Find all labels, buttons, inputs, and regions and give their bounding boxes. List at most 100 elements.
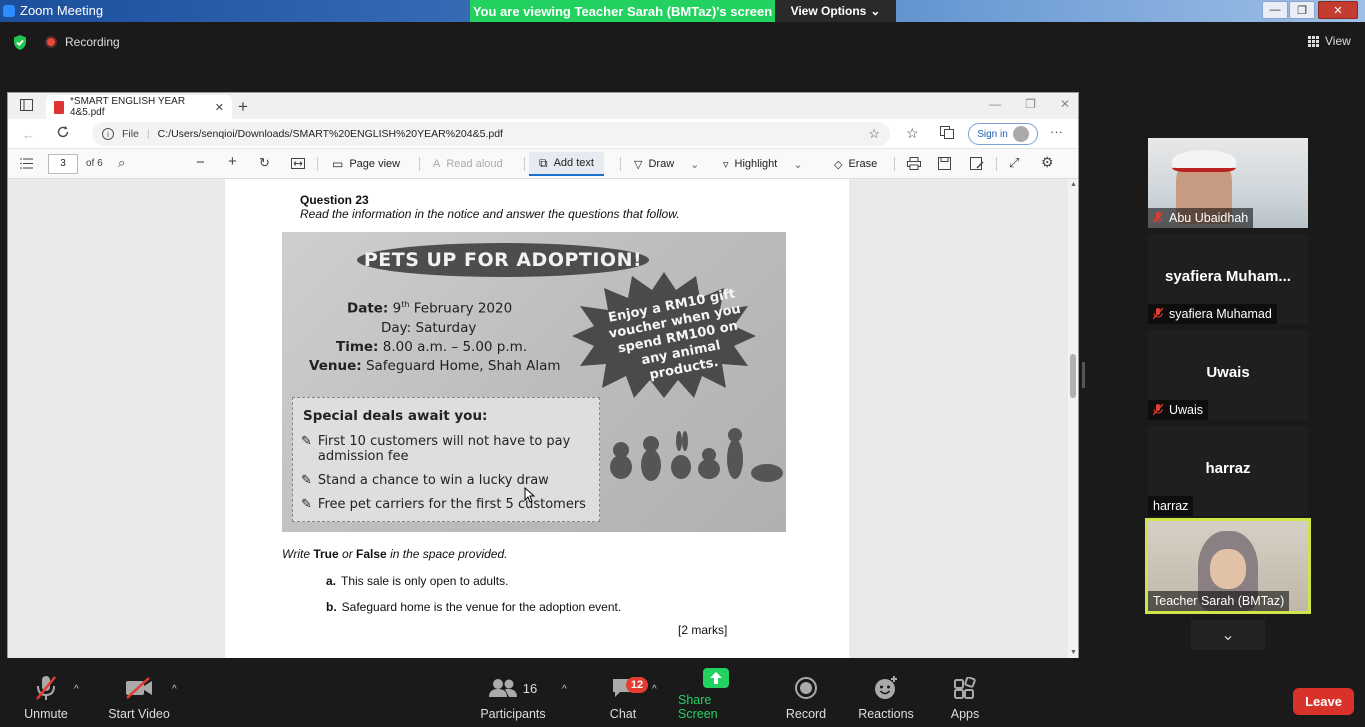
refresh-icon[interactable] xyxy=(56,125,70,139)
close-window-button[interactable]: ✕ xyxy=(1318,1,1358,19)
settings-gear-icon[interactable]: ⚙ xyxy=(1041,154,1054,171)
video-options-caret-icon[interactable]: ^ xyxy=(172,684,177,695)
window-title: Zoom Meeting xyxy=(20,3,104,18)
sign-in-button[interactable]: Sign in xyxy=(968,123,1038,145)
maximize-icon: ❐ xyxy=(1297,4,1307,17)
save-icon[interactable] xyxy=(938,157,951,170)
highlight-button[interactable]: ▿ Highlight ⌄ xyxy=(723,155,803,173)
page-view-label: Page view xyxy=(349,158,401,170)
more-participants-button[interactable]: ⌄ xyxy=(1191,620,1265,650)
fit-page-icon[interactable] xyxy=(291,158,305,169)
draw-button[interactable]: ▽ Draw ⌄ xyxy=(634,155,699,173)
deal-text: First 10 customers will not have to pay … xyxy=(317,434,571,464)
security-shield-icon[interactable] xyxy=(12,34,28,51)
leave-meeting-button[interactable]: Leave xyxy=(1293,688,1354,715)
rotate-icon[interactable]: ↻ xyxy=(259,155,270,171)
highlight-label: Highlight xyxy=(734,158,778,170)
question-item: a. This sale is only open to adults. xyxy=(326,574,508,588)
page-view-button[interactable]: ▭ Page view xyxy=(332,155,400,173)
participant-tile[interactable]: Abu Ubaidhah xyxy=(1148,138,1308,228)
question-text: This sale is only open to adults. xyxy=(341,574,509,588)
unmute-button[interactable]: Unmute xyxy=(18,668,74,727)
tab-close-icon[interactable]: ✕ xyxy=(215,101,224,114)
reactions-smiley-icon xyxy=(874,674,898,702)
draw-chevron-icon[interactable]: ⌄ xyxy=(690,158,699,171)
print-icon[interactable] xyxy=(907,157,921,170)
read-aloud-button[interactable]: A Read aloud xyxy=(433,155,503,173)
deal-item: ✎ Free pet carriers for the first 5 custo… xyxy=(301,497,586,512)
favorites-icon[interactable]: ☆ xyxy=(906,125,919,142)
muted-mic-icon xyxy=(1153,212,1163,224)
browser-tab[interactable]: *SMART ENGLISH YEAR 4&5.pdf ✕ xyxy=(46,95,232,119)
tf-post: in the space provided. xyxy=(390,547,508,561)
panel-resize-handle[interactable] xyxy=(1082,362,1085,388)
pdf-scrollbar[interactable]: ▲ ▼ xyxy=(1068,179,1078,658)
record-icon xyxy=(795,674,817,702)
toolbar-divider xyxy=(317,157,318,171)
apps-button[interactable]: Apps xyxy=(945,668,985,727)
collections-icon[interactable] xyxy=(940,126,954,139)
scroll-down-icon[interactable]: ▼ xyxy=(1070,649,1077,656)
contents-icon[interactable] xyxy=(20,158,33,169)
search-icon[interactable]: ⌕ xyxy=(118,155,125,171)
toolbar-divider xyxy=(620,157,621,171)
view-button[interactable]: View xyxy=(1308,34,1351,48)
chat-label: Chat xyxy=(609,707,637,721)
back-icon[interactable]: ← xyxy=(22,127,35,142)
add-text-button[interactable]: ⧉ Add text xyxy=(529,152,604,176)
scrollbar-thumb[interactable] xyxy=(1070,354,1076,398)
special-deals-box: Special deals await you: ✎ First 10 custo… xyxy=(292,397,600,522)
new-tab-icon[interactable]: + xyxy=(238,97,248,117)
zoom-out-icon[interactable]: − xyxy=(196,154,205,171)
zoom-in-icon[interactable]: + xyxy=(228,153,237,170)
save-as-icon[interactable] xyxy=(970,157,984,170)
page-number-input[interactable]: 3 xyxy=(48,154,78,174)
highlight-chevron-icon[interactable]: ⌄ xyxy=(793,158,802,171)
start-video-button[interactable]: Start Video xyxy=(105,668,173,727)
active-speaker-tile[interactable]: Teacher Sarah (BMTaz) xyxy=(1145,518,1311,614)
edge-close-icon[interactable]: ✕ xyxy=(1060,97,1070,111)
page-total: of 6 xyxy=(86,158,103,169)
reactions-button[interactable]: Reactions xyxy=(857,668,915,727)
participant-tile[interactable]: harraz harraz xyxy=(1148,426,1308,516)
address-bar[interactable]: i File | C:/Users/senqioi/Downloads/SMAR… xyxy=(92,122,890,146)
erase-button[interactable]: ◇ Erase xyxy=(834,155,877,173)
poster-date: Date: 9th February 2020 xyxy=(347,300,512,317)
fullscreen-icon[interactable]: ⤢ xyxy=(1009,155,1019,171)
share-screen-button[interactable]: Share Screen xyxy=(678,668,754,727)
favorite-add-icon[interactable]: ☆ xyxy=(868,126,880,142)
pdf-viewport[interactable]: Question 23 Read the information in the … xyxy=(8,179,1068,658)
tf-true: True xyxy=(313,547,339,561)
chat-caret-icon[interactable]: ^ xyxy=(652,684,657,695)
participant-name-label: syafiera Muhamad xyxy=(1148,304,1277,324)
chevron-down-icon: ⌄ xyxy=(1221,627,1235,644)
record-label: Record xyxy=(785,707,827,721)
participant-display-name: Uwais xyxy=(1206,364,1250,381)
participants-button[interactable]: 16 Participants xyxy=(480,668,546,727)
scroll-up-icon[interactable]: ▲ xyxy=(1070,181,1077,188)
muted-mic-icon xyxy=(1153,308,1163,320)
question-letter: b. xyxy=(326,600,337,614)
participant-display-name: harraz xyxy=(1205,460,1251,477)
edge-minimize-icon[interactable]: — xyxy=(989,97,1001,111)
muted-mic-icon xyxy=(1153,404,1163,416)
more-menu-icon[interactable]: ··· xyxy=(1050,124,1063,139)
add-text-label: Add text xyxy=(553,157,594,169)
participant-tile[interactable]: Uwais Uwais xyxy=(1148,330,1308,420)
question-instruction: Read the information in the notice and a… xyxy=(300,207,680,221)
info-icon: i xyxy=(102,128,114,140)
minimize-button[interactable]: — xyxy=(1262,1,1288,19)
edge-restore-icon[interactable]: ❐ xyxy=(1025,97,1036,111)
record-button[interactable]: Record xyxy=(783,668,829,727)
question-item: b. Safeguard home is the venue for the ad… xyxy=(326,600,621,614)
tab-actions-icon[interactable] xyxy=(20,99,33,111)
question-letter: a. xyxy=(326,574,337,588)
audio-options-caret-icon[interactable]: ^ xyxy=(74,684,79,695)
view-options-button[interactable]: View Options ⌄ xyxy=(775,0,896,22)
recording-label[interactable]: Recording xyxy=(65,35,120,49)
maximize-button[interactable]: ❐ xyxy=(1289,1,1315,19)
participant-tile[interactable]: syafiera Muham... syafiera Muhamad xyxy=(1148,234,1308,324)
question-title: Question 23 xyxy=(300,193,369,207)
participants-caret-icon[interactable]: ^ xyxy=(562,684,567,695)
participant-name-label: Uwais xyxy=(1148,400,1209,420)
